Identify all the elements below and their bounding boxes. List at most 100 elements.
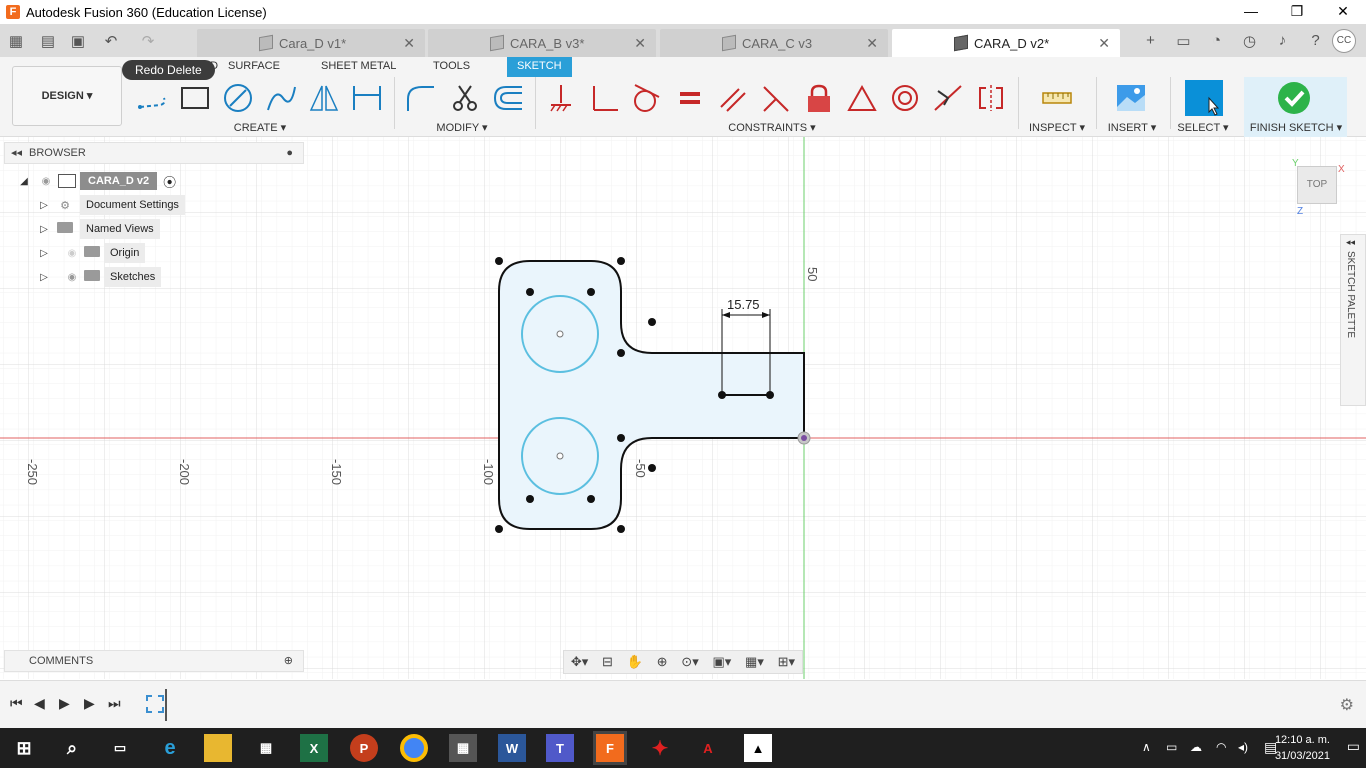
teams-icon[interactable]: T xyxy=(546,734,574,762)
select-group-label[interactable]: SELECT ▾ xyxy=(1174,121,1232,134)
save-icon[interactable]: ▣ xyxy=(64,32,92,50)
tab-cara-d-v1[interactable]: Cara_D v1* ✕ xyxy=(197,29,425,57)
cloud-sync-icon[interactable]: ☁ xyxy=(1190,740,1202,754)
maximize-button[interactable]: ❐ xyxy=(1274,0,1320,24)
hidden-eye-icon[interactable]: ◉ xyxy=(64,248,80,259)
job-status-icon[interactable]: ◷ xyxy=(1233,32,1266,50)
workspace-switcher[interactable]: DESIGN ▾ xyxy=(12,66,122,126)
minimize-button[interactable]: — xyxy=(1228,0,1274,24)
zoom-icon[interactable]: ⊕ xyxy=(657,654,668,670)
go-to-start-icon[interactable]: ⏮ xyxy=(10,695,23,712)
taskbar-clock[interactable]: 12:10 a. m. 31/03/2021 xyxy=(1275,732,1330,764)
browser-item-document-settings[interactable]: ▷ ⚙ Document Settings xyxy=(38,195,185,215)
finish-sketch-check-icon[interactable] xyxy=(1277,81,1311,115)
redo-icon[interactable]: ↷ xyxy=(130,32,166,50)
tab-tools[interactable]: TOOLS xyxy=(433,57,470,77)
autodesk-app-icon[interactable]: ✦ xyxy=(646,734,674,762)
data-panel-icon[interactable]: ▭ xyxy=(1167,32,1200,50)
browser-item-origin[interactable]: ▷ ◉ Origin xyxy=(38,243,146,263)
expand-arrow-icon[interactable]: ▷ xyxy=(38,224,50,235)
spline-tool-icon[interactable] xyxy=(264,81,298,115)
help-icon[interactable]: ? xyxy=(1299,32,1332,49)
measure-tool-icon[interactable] xyxy=(1040,81,1074,115)
volume-icon[interactable]: ◂) xyxy=(1238,740,1248,754)
acrobat-icon[interactable]: A xyxy=(694,734,722,762)
notifications-icon[interactable]: ♪ xyxy=(1266,32,1299,49)
triangle-constraint-icon[interactable] xyxy=(845,81,879,115)
viewports-icon[interactable]: ⊞▾ xyxy=(778,654,795,670)
word-icon[interactable]: W xyxy=(498,734,526,762)
notifications-center-icon[interactable]: ▭ xyxy=(1347,738,1360,755)
sketch-canvas[interactable]: -250 -200 -150 -100 -50 50 15.75 xyxy=(0,137,1366,679)
close-tab-icon[interactable]: ✕ xyxy=(1098,35,1110,52)
grid-settings-icon[interactable]: ▦▾ xyxy=(745,654,764,670)
close-tab-icon[interactable]: ✕ xyxy=(634,35,646,52)
file-menu-icon[interactable]: ▤ xyxy=(32,32,64,50)
tangent-constraint-icon[interactable] xyxy=(630,81,664,115)
fix-constraint-icon[interactable] xyxy=(544,81,578,115)
powerpoint-icon[interactable]: P xyxy=(350,734,378,762)
constraints-group-label[interactable]: CONSTRAINTS ▾ xyxy=(720,121,824,134)
chrome-icon[interactable] xyxy=(400,734,428,762)
concentric-constraint-icon[interactable] xyxy=(888,81,922,115)
excel-icon[interactable]: X xyxy=(300,734,328,762)
view-cube-face[interactable]: TOP xyxy=(1307,179,1327,190)
pan-icon[interactable]: ✋ xyxy=(627,654,643,670)
file-explorer-icon[interactable] xyxy=(204,734,232,762)
circle-center-point[interactable] xyxy=(556,330,564,338)
insert-image-icon[interactable] xyxy=(1114,81,1148,115)
perpendicular-constraint-icon[interactable] xyxy=(587,81,621,115)
line-tool-icon[interactable] xyxy=(135,81,169,115)
expand-triangle-icon[interactable]: ◢ xyxy=(18,176,30,187)
calculator-icon[interactable]: ▦ xyxy=(449,734,477,762)
browser-panel-header[interactable]: ◂◂ BROWSER ● xyxy=(4,142,304,164)
tab-cara-c-v3[interactable]: CARA_C v3 ✕ xyxy=(660,29,888,57)
timeline-settings-gear-icon[interactable]: ⚙ xyxy=(1340,695,1354,715)
close-tab-icon[interactable]: ✕ xyxy=(866,35,878,52)
go-to-end-icon[interactable]: ⏭ xyxy=(108,695,121,712)
inspect-group-label[interactable]: INSPECT ▾ xyxy=(1028,121,1086,134)
modify-group-label[interactable]: MODIFY ▾ xyxy=(432,121,492,134)
battery-icon[interactable]: ▭ xyxy=(1166,740,1177,754)
dimension-tool-icon[interactable] xyxy=(350,81,384,115)
visibility-eye-icon[interactable]: ◉ xyxy=(38,176,54,187)
tab-cara-d-v2[interactable]: CARA_D v2* ✕ xyxy=(892,29,1120,57)
tab-sheet-metal[interactable]: SHEET METAL xyxy=(321,57,396,77)
select-tool-icon[interactable] xyxy=(1185,80,1223,116)
visibility-eye-icon[interactable]: ◉ xyxy=(64,272,80,283)
close-button[interactable]: ✕ xyxy=(1320,0,1366,24)
rectangle-tool-icon[interactable] xyxy=(178,81,212,115)
tab-surface[interactable]: SURFACE xyxy=(228,57,280,77)
tab-cara-b-v3[interactable]: CARA_B v3* ✕ xyxy=(428,29,656,57)
expand-arrow-icon[interactable]: ▷ xyxy=(38,200,50,211)
create-group-label[interactable]: CREATE ▾ xyxy=(230,121,290,134)
look-at-icon[interactable]: ⊟ xyxy=(602,654,613,670)
circle-tool-icon[interactable] xyxy=(221,81,255,115)
comments-panel-header[interactable]: COMMENTS ⊕ xyxy=(4,650,304,672)
expand-palette-icon[interactable]: ◂◂ xyxy=(1346,237,1355,248)
undo-icon[interactable]: ↶ xyxy=(92,32,130,50)
tab-sketch[interactable]: SKETCH xyxy=(507,57,572,77)
view-cube[interactable]: TOP xyxy=(1297,166,1337,204)
activate-radio-icon[interactable]: ⦿ xyxy=(163,172,176,191)
task-view-icon[interactable]: ▭ xyxy=(106,734,134,762)
timeline-marker[interactable] xyxy=(165,689,167,721)
midpoint-constraint-icon[interactable] xyxy=(931,81,965,115)
step-forward-icon[interactable]: ▶ xyxy=(84,695,95,712)
wifi-icon[interactable]: ◠ xyxy=(1216,740,1226,754)
tray-arrow-icon[interactable]: ∧ xyxy=(1142,740,1151,754)
fusion-taskbar-icon[interactable]: F xyxy=(593,731,627,765)
play-icon[interactable]: ▶ xyxy=(59,695,70,712)
minimize-panel-icon[interactable]: ● xyxy=(286,143,293,163)
edge-browser-icon[interactable]: e xyxy=(156,734,184,762)
add-comment-icon[interactable]: ⊕ xyxy=(284,651,293,671)
lock-constraint-icon[interactable] xyxy=(802,81,836,115)
photos-icon[interactable]: ▲ xyxy=(744,734,772,762)
collapse-panel-icon[interactable]: ◂◂ xyxy=(11,143,22,163)
trim-tool-icon[interactable] xyxy=(448,81,482,115)
new-tab-icon[interactable]: + xyxy=(1134,32,1167,49)
fillet-tool-icon[interactable] xyxy=(403,81,437,115)
orbit-icon[interactable]: ✥▾ xyxy=(571,654,588,670)
close-tab-icon[interactable]: ✕ xyxy=(403,35,415,52)
timeline-sketch-feature-icon[interactable] xyxy=(146,695,164,713)
